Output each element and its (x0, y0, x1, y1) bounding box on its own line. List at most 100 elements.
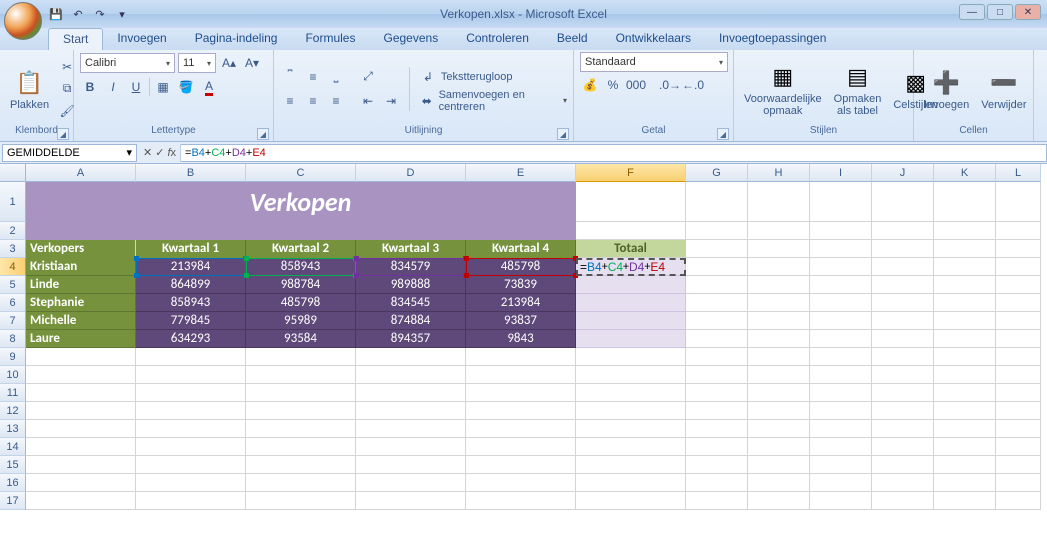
cell-J15[interactable] (872, 456, 934, 474)
decrease-indent-button[interactable]: ⇤ (358, 91, 378, 111)
undo-icon[interactable]: ↶ (70, 6, 86, 22)
cell-F15[interactable] (576, 456, 686, 474)
row-header-2[interactable]: 2 (0, 222, 26, 240)
align-right-button[interactable]: ≡ (326, 91, 346, 111)
val-2-2[interactable]: 834545 (356, 294, 466, 312)
cell-I13[interactable] (810, 420, 872, 438)
name-1[interactable]: Linde (26, 276, 136, 294)
tab-invoegen[interactable]: Invoegen (103, 28, 180, 50)
cell-F12[interactable] (576, 402, 686, 420)
row-header-13[interactable]: 13 (0, 420, 26, 438)
worksheet-grid[interactable]: ABCDEFGHIJKL 1234567891011121314151617 V… (0, 164, 1047, 538)
cell-K10[interactable] (934, 366, 996, 384)
cell-J14[interactable] (872, 438, 934, 456)
italic-button[interactable]: I (103, 77, 123, 97)
conditional-formatting-button[interactable]: ▦Voorwaardelijke opmaak (740, 59, 826, 119)
cell-C17[interactable] (246, 492, 356, 510)
col-header-F[interactable]: F (576, 164, 686, 182)
cell-H9[interactable] (748, 348, 810, 366)
col-header-A[interactable]: A (26, 164, 136, 182)
cell-H12[interactable] (748, 402, 810, 420)
cell-C13[interactable] (246, 420, 356, 438)
cell-D12[interactable] (356, 402, 466, 420)
cell-L3[interactable] (996, 240, 1041, 258)
cell-D13[interactable] (356, 420, 466, 438)
tab-formules[interactable]: Formules (291, 28, 369, 50)
dialog-launcher[interactable]: ◢ (717, 128, 729, 140)
cell-E9[interactable] (466, 348, 576, 366)
cell-H6[interactable] (748, 294, 810, 312)
row-header-14[interactable]: 14 (0, 438, 26, 456)
format-as-table-button[interactable]: ▤Opmaken als tabel (830, 59, 886, 119)
cell-L15[interactable] (996, 456, 1041, 474)
cell-E10[interactable] (466, 366, 576, 384)
cell-G10[interactable] (686, 366, 748, 384)
cell-D14[interactable] (356, 438, 466, 456)
val-1-2[interactable]: 989888 (356, 276, 466, 294)
cell-I11[interactable] (810, 384, 872, 402)
comma-button[interactable]: 000 (626, 75, 646, 95)
cell-G7[interactable] (686, 312, 748, 330)
cell-C12[interactable] (246, 402, 356, 420)
cell-K12[interactable] (934, 402, 996, 420)
cell-J12[interactable] (872, 402, 934, 420)
cell-F5[interactable] (576, 276, 686, 294)
cell-A14[interactable] (26, 438, 136, 456)
cell-E13[interactable] (466, 420, 576, 438)
align-middle-button[interactable]: ≡ (303, 67, 323, 87)
cell-D11[interactable] (356, 384, 466, 402)
header-kw2[interactable]: Kwartaal 2 (246, 240, 356, 258)
cell-F14[interactable] (576, 438, 686, 456)
dialog-launcher[interactable]: ◢ (257, 128, 269, 140)
val-0-0[interactable]: 213984 (136, 258, 246, 276)
cell-H5[interactable] (748, 276, 810, 294)
cell-D9[interactable] (356, 348, 466, 366)
cell-J8[interactable] (872, 330, 934, 348)
cell-L11[interactable] (996, 384, 1041, 402)
cell-J9[interactable] (872, 348, 934, 366)
row-header-11[interactable]: 11 (0, 384, 26, 402)
align-bottom-button[interactable]: ⎵ (326, 67, 346, 87)
header-totaal[interactable]: Totaal (576, 240, 686, 258)
cell-K16[interactable] (934, 474, 996, 492)
cell-I9[interactable] (810, 348, 872, 366)
cell-F17[interactable] (576, 492, 686, 510)
cell-B9[interactable] (136, 348, 246, 366)
val-1-0[interactable]: 864899 (136, 276, 246, 294)
save-icon[interactable]: 💾 (48, 6, 64, 22)
cell-G9[interactable] (686, 348, 748, 366)
cell-J13[interactable] (872, 420, 934, 438)
cell-F6[interactable] (576, 294, 686, 312)
dialog-launcher[interactable]: ◢ (557, 128, 569, 140)
row-header-12[interactable]: 12 (0, 402, 26, 420)
cell-K15[interactable] (934, 456, 996, 474)
cell-I8[interactable] (810, 330, 872, 348)
cell-J3[interactable] (872, 240, 934, 258)
accept-formula-button[interactable]: ✓ (155, 146, 164, 159)
cell-H4[interactable] (748, 258, 810, 276)
cell-G1[interactable] (686, 182, 748, 222)
cell-B13[interactable] (136, 420, 246, 438)
fill-color-button[interactable]: 🪣 (176, 77, 196, 97)
val-3-2[interactable]: 874884 (356, 312, 466, 330)
cell-B15[interactable] (136, 456, 246, 474)
cell-L10[interactable] (996, 366, 1041, 384)
cell-F2[interactable] (576, 222, 686, 240)
cell-L7[interactable] (996, 312, 1041, 330)
cell-L6[interactable] (996, 294, 1041, 312)
tab-controleren[interactable]: Controleren (452, 28, 543, 50)
wrap-text-button[interactable]: ↲Tekstterugloop (418, 66, 567, 88)
col-header-D[interactable]: D (356, 164, 466, 182)
tab-start[interactable]: Start (48, 28, 103, 50)
cell-E15[interactable] (466, 456, 576, 474)
cell-K17[interactable] (934, 492, 996, 510)
cell-H8[interactable] (748, 330, 810, 348)
header-kw1[interactable]: Kwartaal 1 (136, 240, 246, 258)
col-header-B[interactable]: B (136, 164, 246, 182)
cell-L1[interactable] (996, 182, 1041, 222)
cell-H13[interactable] (748, 420, 810, 438)
header-kw4[interactable]: Kwartaal 4 (466, 240, 576, 258)
cell-J17[interactable] (872, 492, 934, 510)
cell-G17[interactable] (686, 492, 748, 510)
row-header-15[interactable]: 15 (0, 456, 26, 474)
